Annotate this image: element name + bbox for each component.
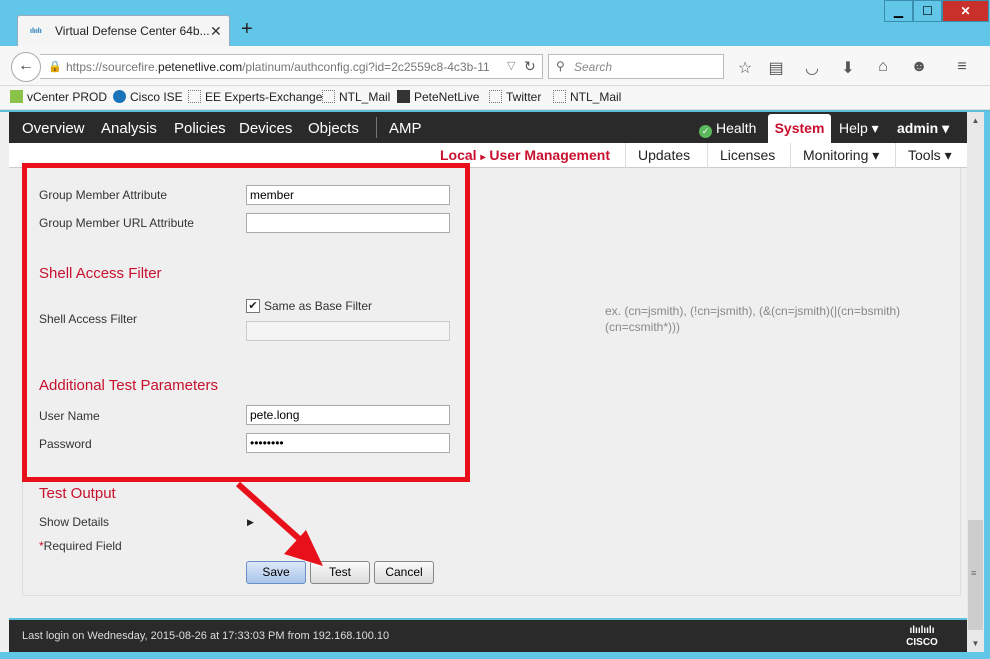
nav-overview[interactable]: Overview: [22, 120, 85, 137]
subnav-licenses[interactable]: Licenses: [707, 143, 787, 168]
cisco-ise-icon: [113, 90, 126, 103]
close-window-button[interactable]: ✕: [942, 0, 989, 22]
subnav-tools[interactable]: Tools ▾: [895, 143, 964, 168]
bookmark-twitter[interactable]: Twitter: [489, 90, 541, 104]
page-icon: [553, 90, 566, 103]
system-tab[interactable]: System: [768, 114, 831, 145]
back-button[interactable]: ←: [11, 52, 41, 82]
bookmark-petenetlive[interactable]: PeteNetLive: [397, 90, 479, 104]
help-menu[interactable]: Help ▾: [839, 120, 879, 137]
show-details-toggle-icon[interactable]: ▶: [247, 517, 254, 528]
bookmark-experts-exchange[interactable]: EE Experts-Exchange: [188, 90, 322, 104]
lock-icon: 🔒: [48, 61, 62, 73]
tab-close-icon[interactable]: ✕: [210, 23, 222, 40]
page-scrollbar[interactable]: ▲ ≡ ▼: [967, 112, 984, 652]
bookmarks-bar: vCenter PROD Cisco ISE EE Experts-Exchan…: [0, 86, 990, 110]
shell-filter-hint: ex. (cn=jsmith), (!cn=jsmith), (&(cn=jsm…: [605, 304, 901, 334]
health-check-icon: ✓: [699, 125, 712, 138]
browser-tab[interactable]: ılıılı Virtual Defense Center 64b... ✕: [17, 15, 230, 46]
page-icon: [188, 90, 201, 103]
window-bottom-edge: [0, 652, 990, 659]
menu-icon[interactable]: ≡: [952, 58, 972, 76]
nav-separator: [376, 117, 377, 138]
browser-titlebar: ılıılı Virtual Defense Center 64b... ✕ +…: [0, 0, 990, 46]
url-text[interactable]: https://sourcefire.petenetlive.com/plati…: [66, 60, 506, 74]
scrollbar-thumb[interactable]: ≡: [968, 520, 983, 630]
vcenter-icon: [10, 90, 23, 103]
bookmark-vcenter[interactable]: vCenter PROD: [10, 90, 107, 104]
last-login-text: Last login on Wednesday, 2015-08-26 at 1…: [22, 630, 390, 642]
search-input[interactable]: ⚲ Search: [548, 54, 724, 79]
subnav-updates[interactable]: Updates: [625, 143, 702, 168]
new-tab-icon[interactable]: +: [241, 19, 253, 39]
home-icon[interactable]: ⌂: [873, 58, 893, 76]
show-details-label: Show Details: [39, 515, 110, 529]
bookmark-ntl-mail[interactable]: NTL_Mail: [322, 90, 390, 104]
nav-devices[interactable]: Devices: [239, 120, 292, 137]
cisco-bars-icon: ılıılıılı: [909, 625, 935, 636]
bookmark-ntl-mail-2[interactable]: NTL_Mail: [553, 90, 621, 104]
nav-objects[interactable]: Objects: [308, 120, 359, 137]
bookmark-star-icon[interactable]: ☆: [735, 58, 755, 78]
annotation-highlight-box: [22, 163, 470, 482]
health-link[interactable]: ✓ Health: [699, 120, 756, 138]
subnav-monitoring[interactable]: Monitoring ▾: [790, 143, 891, 168]
search-icon: ⚲: [556, 59, 565, 73]
minimize-button[interactable]: ▁: [884, 0, 913, 22]
petenetlive-icon: [397, 90, 410, 103]
save-button[interactable]: Save: [246, 561, 306, 584]
nav-amp[interactable]: AMP: [389, 120, 422, 137]
nav-policies[interactable]: Policies: [174, 120, 226, 137]
cisco-favicon-icon: ılıılı: [30, 28, 42, 35]
required-field-note: *Required Field: [39, 539, 122, 553]
test-button[interactable]: Test: [310, 561, 370, 584]
scroll-down-icon[interactable]: ▼: [967, 635, 984, 652]
page-footer: Last login on Wednesday, 2015-08-26 at 1…: [9, 620, 967, 652]
page-left-gutter: [0, 112, 9, 652]
reading-list-icon[interactable]: ▤: [766, 58, 786, 78]
grip-icon: ≡: [971, 568, 977, 578]
reload-icon[interactable]: ↻: [524, 58, 536, 75]
tab-title: Virtual Defense Center 64b...: [55, 24, 210, 38]
url-dropdown-icon[interactable]: ▽: [507, 59, 515, 72]
emoji-icon[interactable]: ☻: [909, 58, 929, 76]
cisco-logo: ılıılıılı CISCO: [897, 624, 947, 648]
maximize-button[interactable]: ☐: [913, 0, 942, 22]
url-bar[interactable]: 🔒 https://sourcefire.petenetlive.com/pla…: [40, 54, 543, 79]
nav-analysis[interactable]: Analysis: [101, 120, 157, 137]
cancel-button[interactable]: Cancel: [374, 561, 434, 584]
page-icon: [322, 90, 335, 103]
bookmark-cisco-ise[interactable]: Cisco ISE: [113, 90, 183, 104]
app-header: Overview Analysis Policies Devices Objec…: [9, 112, 967, 145]
scroll-up-icon[interactable]: ▲: [967, 112, 984, 129]
download-icon[interactable]: ⬇: [838, 58, 858, 78]
admin-menu[interactable]: admin ▾: [897, 120, 949, 137]
browser-navbar: 🔒 https://sourcefire.petenetlive.com/pla…: [0, 46, 990, 86]
test-output-section-title: Test Output: [39, 485, 116, 502]
pocket-icon[interactable]: ◡: [802, 58, 822, 78]
window-right-edge: [984, 112, 990, 652]
page-icon: [489, 90, 502, 103]
